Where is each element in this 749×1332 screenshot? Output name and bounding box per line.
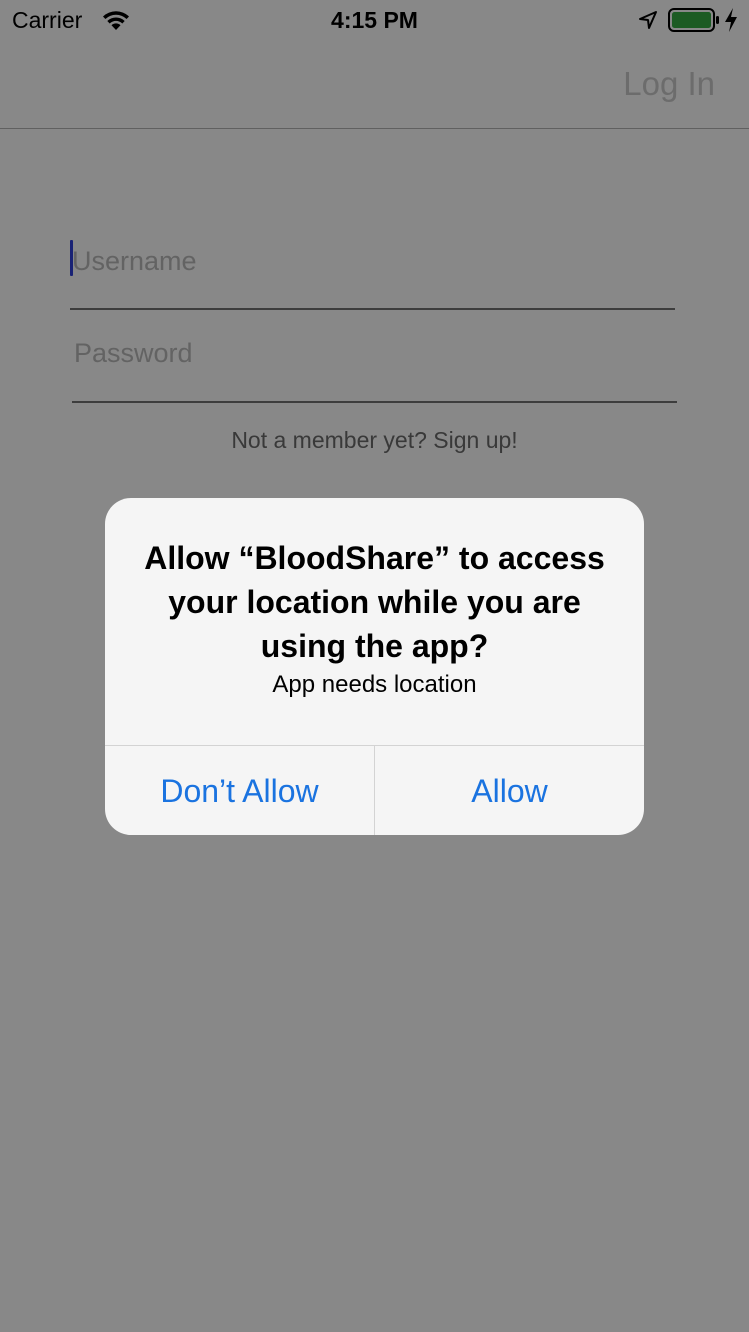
alert-message: App needs location — [272, 671, 477, 698]
location-permission-alert: Allow “BloodShare” to access your locati… — [105, 498, 644, 835]
alert-body: Allow “BloodShare” to access your locati… — [105, 498, 644, 745]
alert-title: Allow “BloodShare” to access your locati… — [144, 540, 605, 664]
alert-buttons: Don’t Allow Allow — [105, 745, 644, 835]
allow-button[interactable]: Allow — [374, 746, 644, 835]
dont-allow-button[interactable]: Don’t Allow — [105, 746, 374, 835]
